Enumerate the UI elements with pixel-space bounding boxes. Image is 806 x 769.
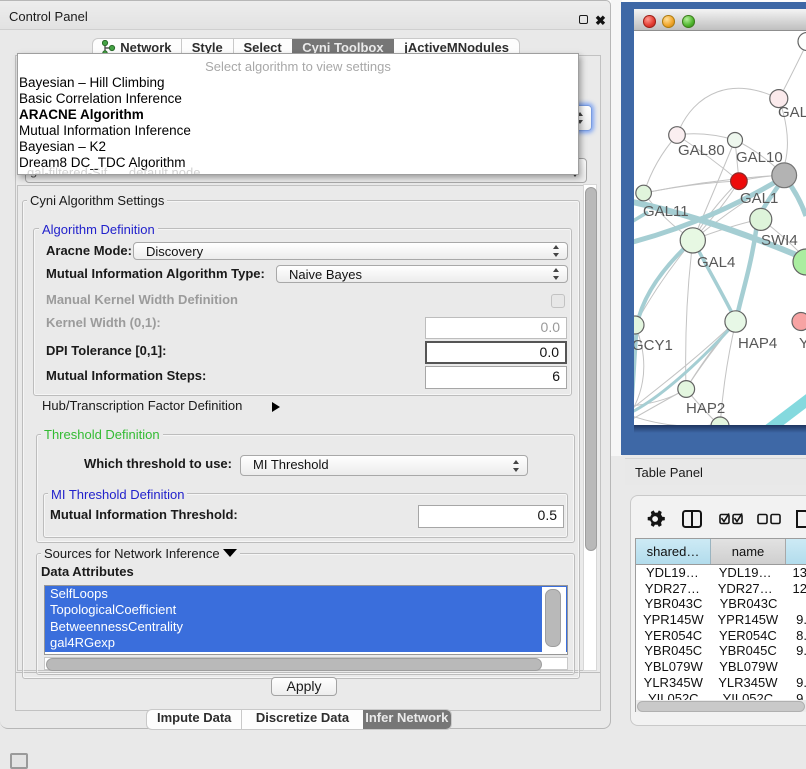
svg-text:GAL1: GAL1 xyxy=(740,190,778,207)
svg-text:GAL11: GAL11 xyxy=(643,203,689,220)
svg-text:GAL4: GAL4 xyxy=(697,254,735,271)
svg-text:GCY1: GCY1 xyxy=(634,337,673,354)
svg-text:GAL10: GAL10 xyxy=(736,149,783,166)
svg-text:GAL80: GAL80 xyxy=(678,142,725,159)
svg-text:HAP2: HAP2 xyxy=(686,400,725,417)
svg-text:Y: Y xyxy=(799,335,806,352)
svg-text:GAL: GAL xyxy=(778,104,806,121)
svg-text:HAP4: HAP4 xyxy=(738,335,777,352)
svg-text:SWI4: SWI4 xyxy=(761,232,798,249)
